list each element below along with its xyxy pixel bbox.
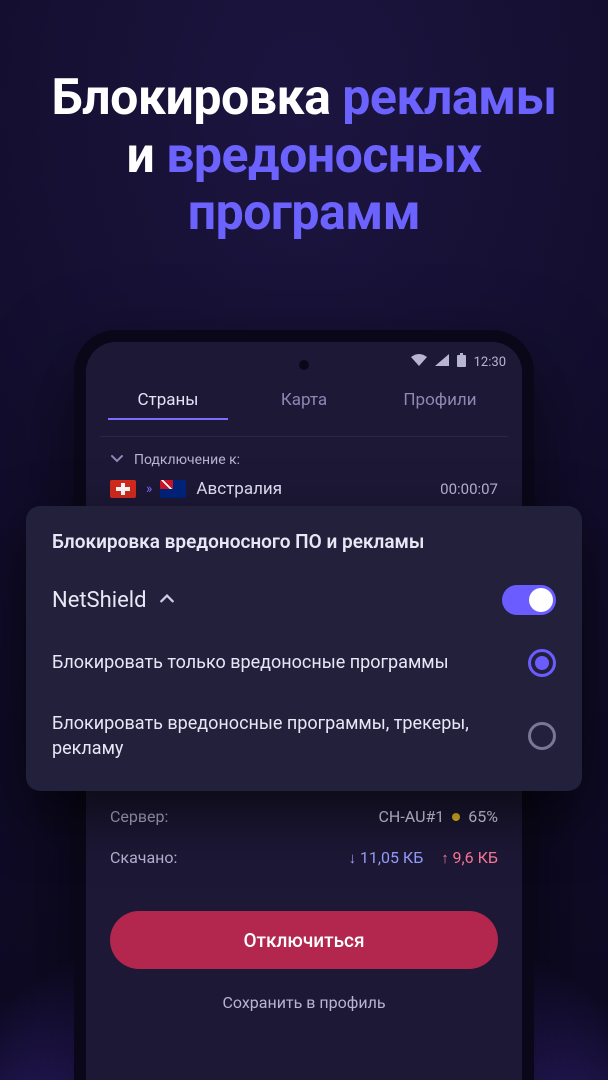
download-value: ↓ 11,05 КБ xyxy=(349,848,424,867)
arrow-up-icon: ↑ xyxy=(441,849,452,867)
disconnect-button-label: Отключиться xyxy=(243,929,364,952)
connection-timer: 00:00:07 xyxy=(440,480,498,498)
netshield-toggle[interactable] xyxy=(502,585,556,615)
option-block-all[interactable]: Блокировать вредоносные программы, треке… xyxy=(52,711,556,761)
destination-country: Австралия xyxy=(196,479,282,499)
download-label: Скачано: xyxy=(110,848,177,867)
radio-malware-only[interactable] xyxy=(528,649,556,677)
disconnect-button[interactable]: Отключиться xyxy=(110,911,498,969)
tab-map-label: Карта xyxy=(281,390,327,410)
server-label: Сервер: xyxy=(110,807,168,826)
hero-l1-white: Блокировка xyxy=(51,69,342,127)
tab-profiles[interactable]: Профили xyxy=(372,390,508,410)
tab-countries-label: Страны xyxy=(137,390,198,410)
hero-l1-purple: рекламы xyxy=(342,69,556,127)
status-bar: 12:30 xyxy=(86,350,522,374)
option-malware-only-label: Блокировать только вредоносные программы xyxy=(52,650,510,675)
tab-map[interactable]: Карта xyxy=(236,390,372,410)
tab-bar: Страны Карта Профили xyxy=(86,374,522,426)
save-profile-label: Сохранить в профиль xyxy=(222,993,385,1012)
upload-value: ↑ 9,6 КБ xyxy=(441,848,498,867)
cell-signal-icon xyxy=(435,354,449,370)
chevron-up-icon xyxy=(159,588,175,613)
camera-notch xyxy=(299,360,309,370)
option-block-malware-only[interactable]: Блокировать только вредоносные программы xyxy=(52,649,556,677)
chevron-down-icon[interactable] xyxy=(110,451,124,469)
tab-countries[interactable]: Страны xyxy=(100,390,236,410)
save-profile-link[interactable]: Сохранить в профиль xyxy=(86,993,522,1012)
option-block-all-label: Блокировать вредоносные программы, треке… xyxy=(52,711,510,761)
flag-australia-icon xyxy=(160,480,186,498)
tab-profiles-label: Профили xyxy=(403,390,476,410)
load-dot-icon xyxy=(452,813,460,821)
clock-text: 12:30 xyxy=(474,355,506,370)
flag-switzerland-icon xyxy=(110,480,136,498)
download-row: Скачано: ↓ 11,05 КБ ↑ 9,6 КБ xyxy=(86,844,522,871)
server-load: 65% xyxy=(468,807,498,826)
connection-label: Подключение к: xyxy=(134,452,240,468)
server-name: CH-AU#1 xyxy=(379,807,445,826)
arrow-down-icon: ↓ xyxy=(349,849,360,867)
wifi-icon xyxy=(411,354,427,370)
upload-amount: 9,6 КБ xyxy=(453,848,498,867)
hero-headline: Блокировка рекламы и вредоносных програм… xyxy=(0,0,608,243)
netshield-label: NetShield xyxy=(52,588,147,613)
sheet-title: Блокировка вредоносного ПО и рекламы xyxy=(52,530,556,553)
netshield-sheet: Блокировка вредоносного ПО и рекламы Net… xyxy=(26,506,582,791)
hero-l2-white: и xyxy=(126,127,166,185)
battery-icon xyxy=(457,353,466,371)
server-row: Сервер: CH-AU#1 65% xyxy=(86,803,522,830)
hero-l2-purple: вредоносных xyxy=(166,127,481,185)
hero-l3-purple: программ xyxy=(188,184,420,242)
route-arrows-icon: ›› xyxy=(146,481,150,497)
radio-block-all[interactable] xyxy=(528,722,556,750)
netshield-row[interactable]: NetShield xyxy=(52,585,556,615)
connection-block: Подключение к: ›› Австралия 00:00:07 xyxy=(86,437,522,503)
download-amount: 11,05 КБ xyxy=(360,848,423,867)
